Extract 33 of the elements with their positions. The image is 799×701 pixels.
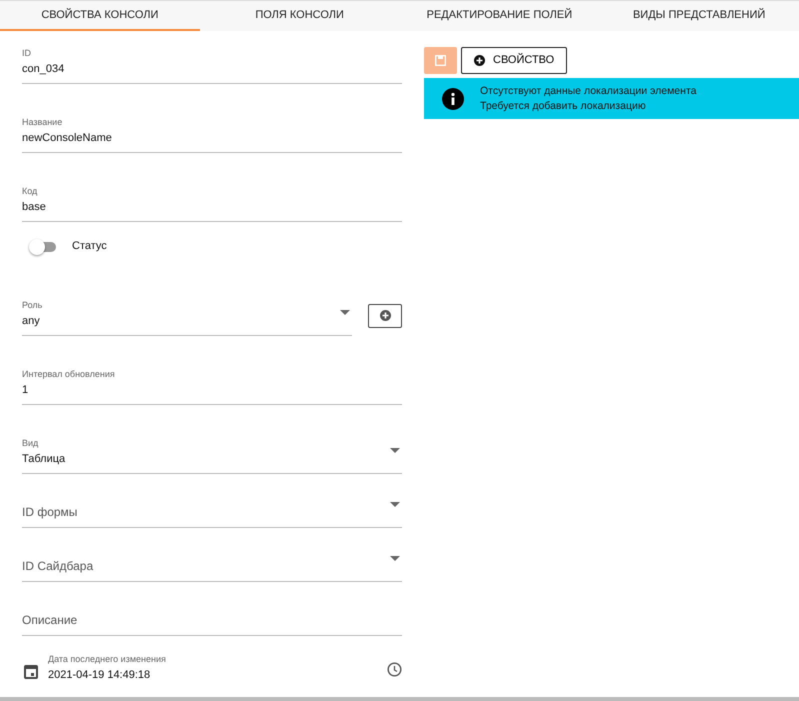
tab[interactable]: ВИДЫ ПРЕДСТАВЛЕНИЙ: [599, 1, 799, 31]
field-label: Роль: [22, 299, 44, 312]
toggle-label: Статус: [72, 239, 107, 254]
field-label: Код: [22, 185, 38, 198]
plus-circle-icon: [380, 310, 390, 322]
tab[interactable]: РЕДАКТИРОВАНИЕ ПОЛЕЙ: [400, 1, 600, 31]
alert-text: Отсутствуют данные локализации элемента: [480, 84, 696, 98]
save-icon: [435, 54, 446, 66]
field-label: ID: [22, 47, 32, 60]
info-icon: [442, 88, 464, 110]
input-field[interactable]: 1: [22, 382, 402, 398]
select-field[interactable]: any: [22, 312, 352, 329]
input-field[interactable]: base: [22, 198, 402, 215]
field-label: Вид: [22, 437, 40, 450]
tab[interactable]: СВОЙСТВА КОНСОЛИ: [0, 1, 200, 31]
select-field[interactable]: ID формы: [22, 503, 402, 521]
alert-text: Требуется добавить локализацию: [480, 98, 647, 114]
input-field[interactable]: 2021-04-19 14:49:18: [48, 666, 402, 683]
select-field[interactable]: Таблица: [22, 450, 402, 467]
select-field[interactable]: ID Сайдбара: [22, 557, 402, 575]
input-field[interactable]: Описание: [22, 611, 402, 629]
field-label: Дата последнего изменения: [48, 653, 167, 666]
tab[interactable]: ПОЛЯ КОНСОЛИ: [200, 1, 400, 31]
add-property-button[interactable]: СВОЙСТВО: [461, 47, 568, 74]
clock-icon[interactable]: [387, 662, 402, 677]
plus-circle-icon: [474, 55, 485, 66]
input-field[interactable]: con_034: [22, 60, 402, 77]
toggle-switch[interactable]: [32, 242, 56, 252]
field-label: Интервал обновления: [22, 368, 116, 381]
field-label: Название: [22, 116, 64, 129]
calendar-icon[interactable]: [24, 664, 38, 679]
input-field[interactable]: newConsoleName: [22, 130, 402, 146]
add-button[interactable]: [368, 304, 402, 328]
